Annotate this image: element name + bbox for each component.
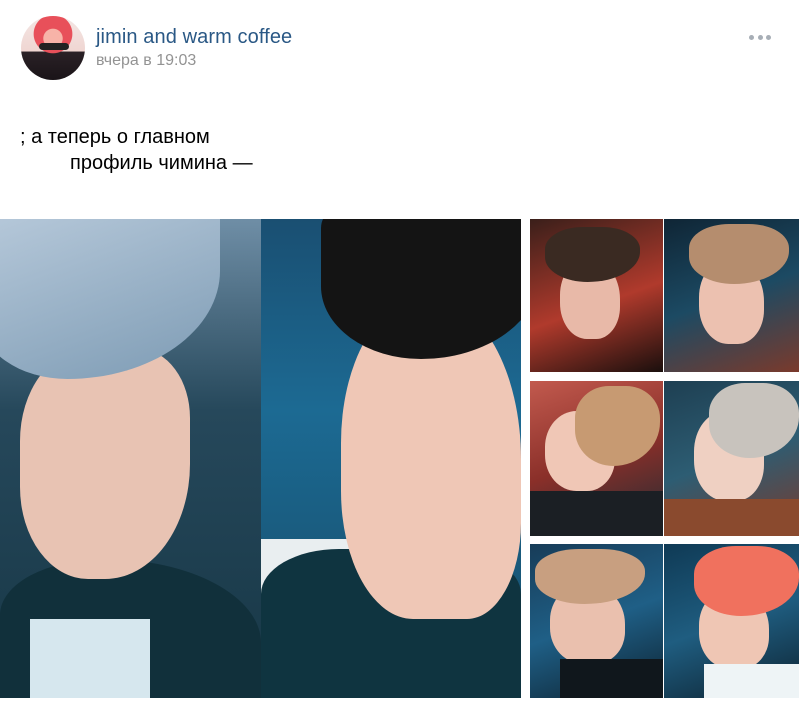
gallery-photo-3[interactable] (530, 381, 799, 536)
author-name-link[interactable]: jimin and warm coffee (96, 26, 292, 49)
avatar-glasses-decoration (39, 43, 69, 50)
post-text: ; а теперь о главном профиль чимина — (20, 126, 253, 174)
photo-half-left (530, 544, 663, 698)
post-header: jimin and warm coffee вчера в 19:03 (0, 0, 800, 90)
photo-half-left (530, 381, 663, 536)
gallery-photo-main[interactable] (0, 219, 521, 698)
photo-gallery (0, 219, 800, 699)
photo-half-right (664, 219, 799, 372)
more-horizontal-icon[interactable] (746, 28, 774, 46)
photo-half-left (0, 219, 261, 698)
post-timestamp[interactable]: вчера в 19:03 (96, 52, 196, 70)
gallery-photo-2[interactable] (530, 219, 799, 372)
photo-half-right (261, 219, 521, 698)
wall-post: jimin and warm coffee вчера в 19:03 ; а … (0, 0, 800, 704)
gallery-photo-4[interactable] (530, 544, 799, 698)
avatar[interactable] (21, 16, 85, 80)
photo-half-left (530, 219, 663, 372)
photo-half-right (664, 381, 799, 536)
photo-half-right (664, 544, 799, 698)
